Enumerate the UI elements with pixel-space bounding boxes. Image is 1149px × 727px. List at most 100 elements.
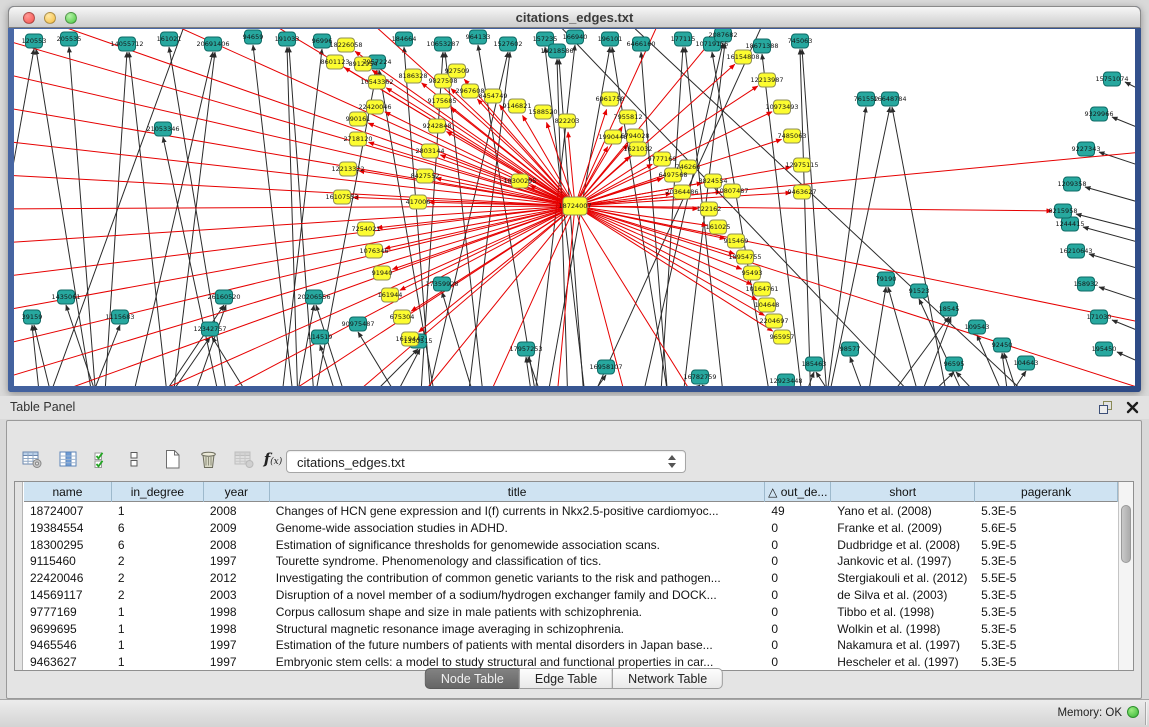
graph-node-label: 9827508 xyxy=(429,77,458,85)
table-cell: 14569117 xyxy=(24,587,112,604)
table-selector-value: citations_edges.txt xyxy=(297,455,405,470)
graph-node-label: 1209358 xyxy=(1058,180,1087,188)
table-row[interactable]: 1938455462009Genome-wide association stu… xyxy=(24,520,1118,537)
graph-node-label: 177115 xyxy=(671,35,696,43)
graph-node-label: 8215958 xyxy=(1049,207,1078,215)
column-header[interactable]: △ out_de... xyxy=(765,482,831,502)
graph-edge xyxy=(328,349,418,386)
column-header[interactable]: pagerank xyxy=(975,482,1118,502)
table-cell: 9115460 xyxy=(24,553,112,570)
function-builder-icon[interactable]: f(x) xyxy=(260,447,286,471)
table-cell: 2 xyxy=(112,570,204,587)
graph-node-label: 1621032 xyxy=(624,145,653,153)
graph-edge xyxy=(904,317,951,386)
table-cell: 1 xyxy=(112,621,204,638)
graph-node-label: 927509 xyxy=(445,67,470,75)
graph-node-label: 16154808 xyxy=(726,53,759,61)
scrollbar-thumb[interactable] xyxy=(1121,505,1131,563)
column-header[interactable]: year xyxy=(204,482,270,502)
graph-node-label: 16958107 xyxy=(589,363,622,371)
graph-edge xyxy=(34,325,62,386)
graph-node-label: 91940 xyxy=(372,269,393,277)
table-panel-titlebar: Table Panel xyxy=(0,396,1149,419)
network-canvas[interactable]: 1872400712055320553514055712161021206914… xyxy=(14,29,1135,386)
table-row[interactable]: 946554611997Estimation of the future num… xyxy=(24,637,1118,654)
column-header[interactable]: title xyxy=(270,482,766,502)
table-cell: Stergiakouli et al. (2012) xyxy=(831,570,975,587)
close-icon[interactable] xyxy=(1124,399,1141,416)
graph-edge xyxy=(14,174,575,206)
table-row[interactable]: 969969511998Structural magnetic resonanc… xyxy=(24,621,1118,638)
table-cell: 2 xyxy=(112,553,204,570)
network-window-titlebar[interactable]: citations_edges.txt xyxy=(8,6,1141,28)
citation-network-graph[interactable]: 1872400712055320553514055712161021206914… xyxy=(14,29,1135,386)
table-cell: 5.3E-5 xyxy=(975,637,1118,654)
table-cell: Changes of HCN gene expression and I(f) … xyxy=(270,503,766,520)
graph-edge xyxy=(253,45,298,386)
column-header[interactable]: short xyxy=(831,482,975,502)
graph-node-label: 21053346 xyxy=(146,125,179,133)
graph-node-label: 8601123 xyxy=(321,58,350,66)
graph-node-label: 98577 xyxy=(840,345,861,353)
tab-node-table[interactable]: Node Table xyxy=(425,668,520,689)
graph-edge xyxy=(630,385,700,386)
graph-node-label: 18545 xyxy=(939,305,960,313)
table-cell: Yano et al. (2008) xyxy=(831,503,975,520)
graph-node-label: 1076346 xyxy=(360,247,389,255)
tab-edge-table[interactable]: Edge Table xyxy=(519,668,613,689)
table-selector-dropdown[interactable]: citations_edges.txt xyxy=(286,450,686,473)
graph-edge xyxy=(892,107,955,386)
new-table-icon[interactable] xyxy=(159,447,185,471)
row-gutter xyxy=(15,482,23,670)
table-row[interactable]: 1872400712008Changes of HCN gene express… xyxy=(24,503,1118,520)
vertical-scrollbar[interactable] xyxy=(1118,482,1133,670)
select-columns-icon[interactable] xyxy=(89,447,115,471)
graph-node-label: 18226058 xyxy=(329,41,362,49)
graph-node-label: 20206556 xyxy=(297,293,330,301)
table-cell: 0 xyxy=(765,520,831,537)
table-cell: Jankovic et al. (1997) xyxy=(831,553,975,570)
graph-node-label: 16210643 xyxy=(1059,247,1092,255)
table-body: 1872400712008Changes of HCN gene express… xyxy=(24,503,1118,670)
graph-edge xyxy=(69,47,99,386)
table-cell: Nakamura et al. (1997) xyxy=(831,637,975,654)
table-cell: 6 xyxy=(112,520,204,537)
delete-rows-icon[interactable] xyxy=(195,447,221,471)
float-window-icon[interactable] xyxy=(1097,399,1114,416)
graph-node-label: 990161 xyxy=(346,115,371,123)
dropdown-arrows-icon xyxy=(668,455,676,468)
graph-node-label: 96595 xyxy=(944,360,965,368)
column-header[interactable]: name xyxy=(24,482,112,502)
graph-node-label: 185463 xyxy=(802,360,827,368)
graph-node-label: 1527602 xyxy=(494,40,523,48)
graph-edge xyxy=(1125,82,1135,107)
graph-node-label: 16107553 xyxy=(325,193,358,201)
table-row[interactable]: 911546021997Tourette syndrome. Phenomeno… xyxy=(24,553,1118,570)
table-cell: 0 xyxy=(765,553,831,570)
column-header[interactable]: in_degree xyxy=(112,482,204,502)
network-window-frame: 1872400712055320553514055712161021206914… xyxy=(8,28,1141,392)
table-row[interactable]: 1830029562008Estimation of significance … xyxy=(24,537,1118,554)
show-columns-icon[interactable] xyxy=(55,447,81,471)
table-settings-icon[interactable] xyxy=(19,447,45,471)
graph-node-label: 161025 xyxy=(706,223,731,231)
table-cell: 5.5E-5 xyxy=(975,570,1118,587)
graph-node-label: 10653287 xyxy=(426,40,459,48)
table-toolbar: f(x) citations_edges.txt xyxy=(7,421,1141,479)
graph-node-label: 16648784 xyxy=(873,95,906,103)
graph-edge xyxy=(575,206,752,285)
table-cell: 0 xyxy=(765,621,831,638)
table-row[interactable]: 2242004622012Investigating the contribut… xyxy=(24,570,1118,587)
table-cell: 1 xyxy=(112,503,204,520)
graph-node-label: 6466160 xyxy=(627,40,656,48)
graph-edge xyxy=(14,206,575,279)
table-row[interactable]: 977716911998Corpus callosum shape and si… xyxy=(24,604,1118,621)
graph-node-label: 9777169 xyxy=(648,155,677,163)
table-row[interactable]: 1456911722003Disruption of a novel membe… xyxy=(24,587,1118,604)
tab-network-table[interactable]: Network Table xyxy=(612,668,723,689)
merge-rows-icon[interactable] xyxy=(121,447,147,471)
graph-edge xyxy=(1076,214,1135,239)
table-cell: 2012 xyxy=(204,570,270,587)
graph-node-label: 18300295 xyxy=(503,177,536,185)
graph-edge xyxy=(1099,287,1135,312)
